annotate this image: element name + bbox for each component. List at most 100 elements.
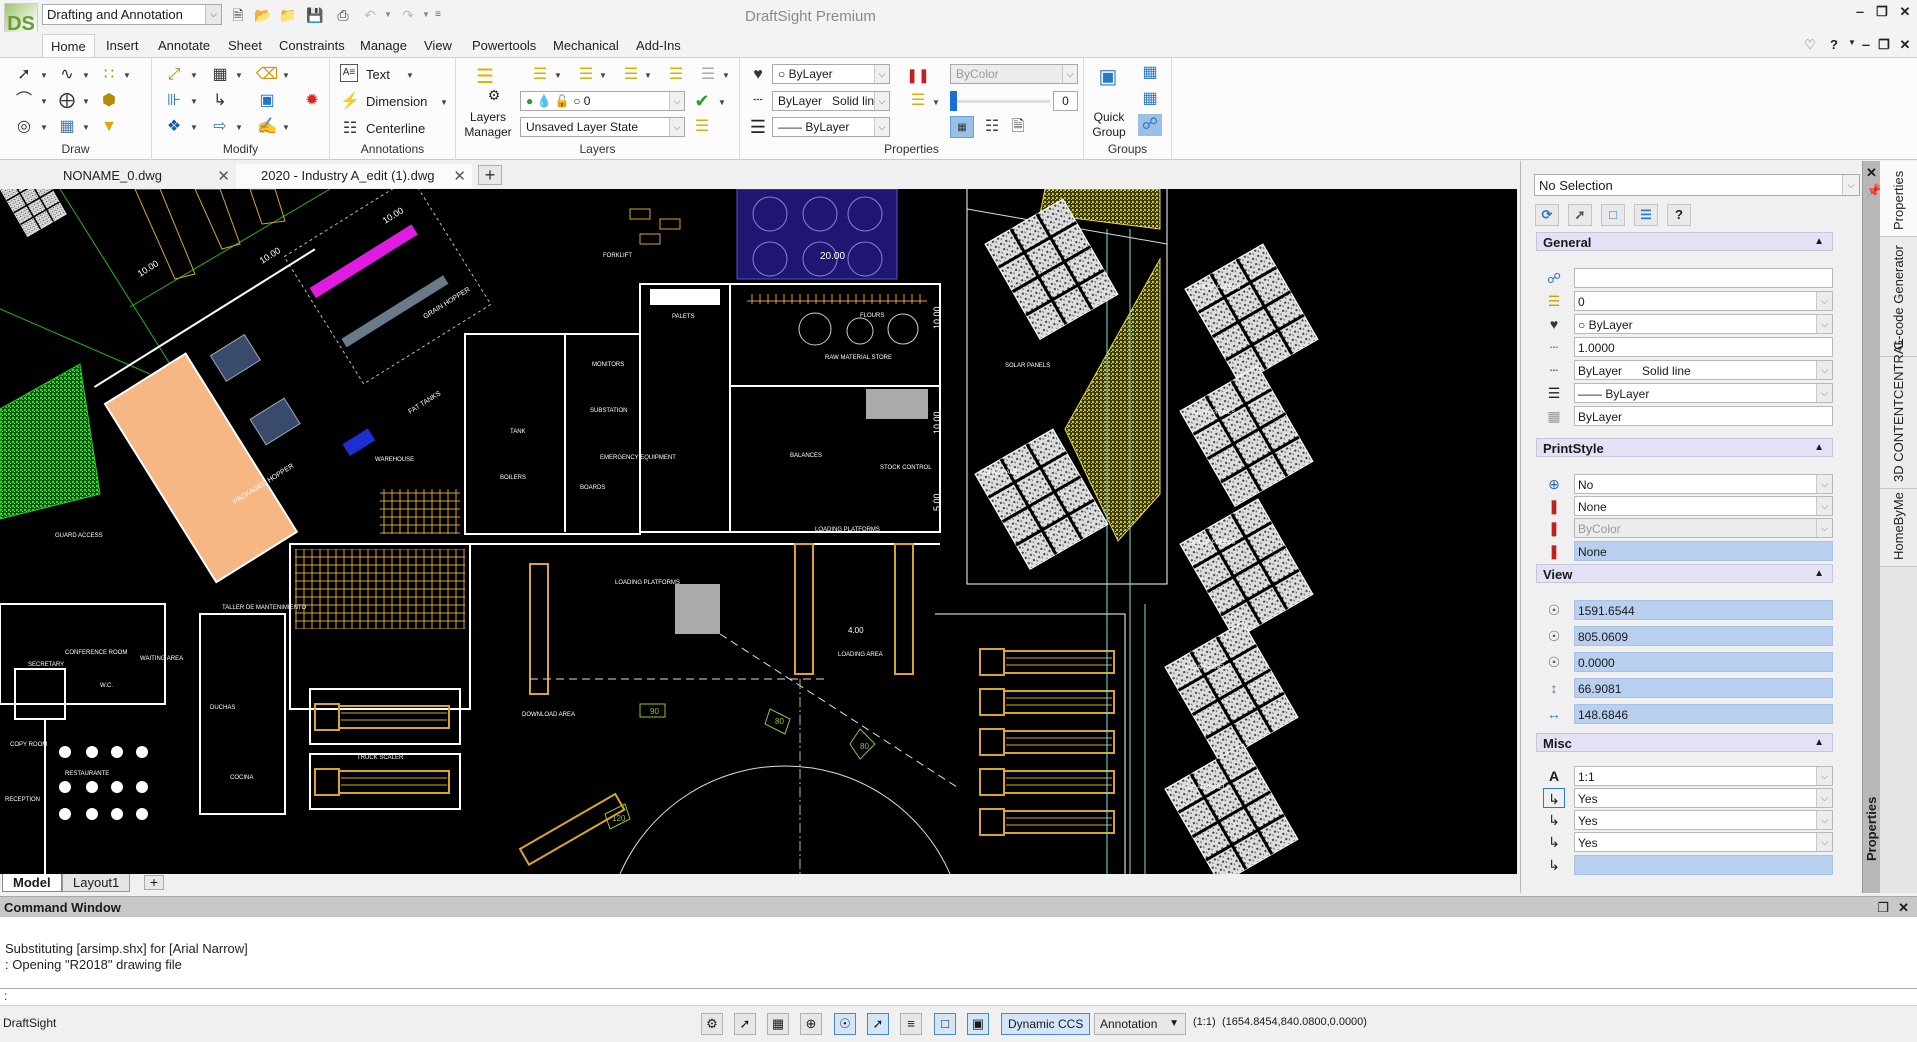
printstyle-table-attached-field[interactable]: No ⌵	[1574, 474, 1833, 494]
chevron-down-icon[interactable]: ⌵	[1816, 767, 1832, 785]
chevron-down-icon[interactable]: ⌵	[1816, 475, 1832, 493]
center-x-field[interactable]: 1591.6544	[1574, 600, 1833, 620]
match-properties-icon[interactable]: ☰	[906, 90, 930, 112]
new-icon[interactable]: 🗎	[228, 5, 248, 25]
tab-sheet[interactable]: Sheet	[220, 36, 270, 55]
ungroup-icon[interactable]: ▦	[1138, 62, 1162, 84]
doc-close-button[interactable]: ✕	[1895, 37, 1915, 53]
print-icon[interactable]: ⎙	[333, 5, 353, 25]
fillet-icon[interactable]: ↳	[208, 90, 232, 112]
layer-new-dropdown-icon[interactable]: ▼	[599, 71, 607, 80]
chevron-down-icon[interactable]: ⌵	[1842, 175, 1859, 195]
ucs-per-viewport-field[interactable]: Yes ⌵	[1574, 832, 1833, 852]
close-icon[interactable]: ✕	[217, 167, 230, 185]
polygon-icon[interactable]: ⬢	[97, 90, 121, 112]
layer-isolate-icon[interactable]: ☰	[696, 64, 720, 86]
chevron-down-icon[interactable]: ⌵	[874, 92, 889, 110]
edit-text-dropdown-icon[interactable]: ▼	[282, 123, 290, 132]
open-folder-icon[interactable]: 📁	[278, 5, 298, 25]
undo-dropdown-icon[interactable]: ▼	[378, 5, 398, 25]
polar-icon[interactable]: ☉	[834, 1013, 856, 1035]
collapse-icon[interactable]: ▲	[1814, 236, 1824, 247]
color-field[interactable]: ○ ByLayer ⌵	[1574, 314, 1833, 334]
trim-icon[interactable]: ⊪	[162, 90, 186, 112]
ucs-icon-on-field[interactable]: Yes ⌵	[1574, 788, 1833, 808]
erase-icon[interactable]: ⌫	[255, 64, 279, 86]
color-combo[interactable]: ○ ByLayer ⌵	[772, 64, 890, 84]
layer-previous-dropdown-icon[interactable]: ▼	[554, 71, 562, 80]
dimension-dropdown-icon[interactable]: ▼	[440, 98, 448, 107]
tab-powertools[interactable]: Powertools	[464, 36, 544, 55]
center-y-field[interactable]: 805.0609	[1574, 626, 1833, 646]
section-general[interactable]: General ▲	[1536, 232, 1833, 251]
group-select-icon[interactable]: ☍	[1138, 114, 1162, 136]
grid-snap-icon[interactable]: ➚	[734, 1013, 756, 1035]
close-button[interactable]: ✕	[1895, 4, 1915, 20]
text-dropdown-icon[interactable]: ▼	[406, 71, 414, 80]
list-icon[interactable]: ☷	[980, 116, 1004, 138]
side-tab-properties[interactable]: Properties	[1880, 161, 1917, 237]
drawing-canvas[interactable]: 10.00 10.00 10.00 PACKAGED HOPPER FAT TA…	[0, 189, 1517, 874]
circle-dropdown-icon[interactable]: ▼	[40, 123, 48, 132]
collapse-icon[interactable]: ▲	[1814, 442, 1824, 453]
join-dropdown-icon[interactable]: ▼	[235, 123, 243, 132]
hyperlink-field[interactable]	[1574, 268, 1833, 288]
chevron-down-icon[interactable]: ⌵	[669, 92, 684, 110]
arc-dropdown-icon[interactable]: ▼	[40, 97, 48, 106]
esnap-icon[interactable]: ➚	[867, 1013, 889, 1035]
tab-annotate[interactable]: Annotate	[150, 36, 218, 55]
qinput-icon[interactable]: ▣	[967, 1013, 989, 1035]
circle-icon[interactable]: ◎	[12, 116, 36, 138]
snap-icon[interactable]: ⚙	[701, 1013, 723, 1035]
lineweight-combo[interactable]: —— ByLayer ⌵	[772, 117, 890, 137]
tab-constraints[interactable]: Constraints	[271, 36, 353, 55]
transparency-field[interactable]: ByLayer	[1574, 406, 1833, 426]
quick-select-icon[interactable]: ☰	[1634, 204, 1658, 226]
chevron-down-icon[interactable]: ⌵	[1816, 315, 1832, 333]
ortho-icon[interactable]: ⊕	[800, 1013, 822, 1035]
ellipse-icon[interactable]: ⨁	[55, 90, 79, 112]
collapse-icon[interactable]: ▲	[1814, 737, 1824, 748]
layer-field[interactable]: 0 ⌵	[1574, 291, 1833, 311]
side-strip-label[interactable]: Properties	[1864, 797, 1879, 861]
printstyle-attached-field[interactable]: None	[1574, 541, 1833, 561]
chevron-down-icon[interactable]: ⌵	[1816, 384, 1832, 402]
close-icon[interactable]: ✕	[1898, 900, 1909, 916]
tab-add-ins[interactable]: Add-Ins	[628, 36, 689, 55]
edit-group-icon[interactable]: ▦	[1138, 88, 1162, 110]
tab-view[interactable]: View	[416, 36, 460, 55]
annotation-scale-field[interactable]: 1:1 ⌵	[1574, 766, 1833, 786]
edit-text-icon[interactable]: ✍	[255, 116, 279, 138]
doc-minimize-button[interactable]: ‒	[1856, 37, 1876, 52]
printstyle-table-field[interactable]: None ⌵	[1574, 496, 1833, 516]
array-icon[interactable]: ❖	[162, 116, 186, 138]
tab-mechanical[interactable]: Mechanical	[545, 36, 627, 55]
linetype-field[interactable]: ByLayer Solid line ⌵	[1574, 360, 1833, 380]
select-objects-icon[interactable]: ➚	[1568, 204, 1592, 226]
transparency-value[interactable]: 0	[1053, 91, 1078, 111]
chevron-down-icon[interactable]: ⌵	[1816, 833, 1832, 851]
layer-state-combo[interactable]: Unsaved Layer State ⌵	[520, 117, 685, 137]
view-height-field[interactable]: 66.9081	[1574, 678, 1833, 698]
layer-combo[interactable]: ● 💧 🔓 ○ 0 ⌵	[520, 91, 685, 111]
doc-restore-button[interactable]: ❐	[1874, 37, 1894, 53]
layer-state-manager-icon[interactable]: ☰	[690, 116, 714, 138]
new-tab-button[interactable]: +	[478, 165, 502, 185]
restore-button[interactable]: ❐	[1872, 4, 1892, 20]
layers-manager-button[interactable]: ☰ ⚙ Layers Manager	[460, 62, 511, 142]
quick-group-button[interactable]: ▣ Quick Group	[1086, 62, 1132, 142]
restore-icon[interactable]: ❐	[1877, 900, 1889, 916]
tab-insert[interactable]: Insert	[98, 36, 147, 55]
center-z-field[interactable]: 0.0000	[1574, 652, 1833, 672]
wipeout-icon[interactable]: ▼	[97, 116, 121, 138]
pattern-dropdown-icon[interactable]: ▼	[235, 71, 243, 80]
ellipse-dropdown-icon[interactable]: ▼	[82, 97, 90, 106]
tab-model[interactable]: Model	[2, 874, 62, 892]
selection-combo[interactable]: No Selection ⌵	[1534, 174, 1860, 196]
tab-layout1[interactable]: Layout1	[62, 874, 131, 892]
layer-isolate-dropdown-icon[interactable]: ▼	[722, 71, 730, 80]
linetype-combo[interactable]: ByLayer Solid line ⌵	[772, 91, 890, 111]
point-icon[interactable]: ∷	[97, 64, 121, 86]
etrack-icon[interactable]: ≡	[900, 1013, 922, 1035]
chevron-down-icon[interactable]: ⌵	[874, 65, 889, 83]
